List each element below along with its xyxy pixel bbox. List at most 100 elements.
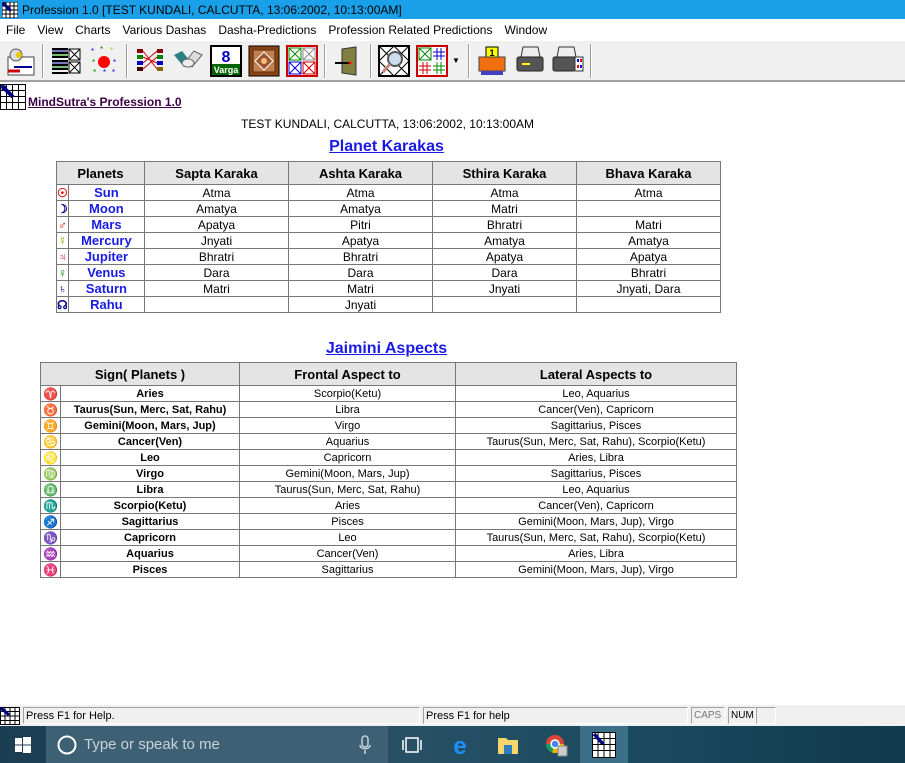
scroll-indicator bbox=[756, 707, 776, 724]
handshake-button[interactable] bbox=[171, 44, 205, 78]
planet-name: Jupiter bbox=[67, 248, 146, 265]
lateral-aspects-cell: Aries, Libra bbox=[455, 545, 737, 562]
sapta-karaka-cell: Apatya bbox=[144, 216, 289, 233]
print-button[interactable] bbox=[513, 44, 547, 78]
planet-name: Mars bbox=[67, 216, 146, 233]
ashta-karaka-cell: Matri bbox=[288, 280, 433, 297]
zoom-chart-button[interactable] bbox=[377, 44, 411, 78]
toolbar-separator bbox=[370, 43, 372, 78]
toolbar-separator bbox=[126, 43, 128, 78]
jaimini-aspects-table: Sign( Planets ) Frontal Aspect to Latera… bbox=[40, 362, 737, 578]
file-explorer-button[interactable] bbox=[484, 726, 532, 763]
lateral-aspects-cell: Cancer(Ven), Capricorn bbox=[455, 497, 737, 514]
frontal-aspect-cell: Aquarius bbox=[239, 433, 456, 450]
menu-view[interactable]: View bbox=[31, 23, 69, 37]
task-view-button[interactable] bbox=[388, 726, 436, 763]
toolbar-separator bbox=[324, 43, 326, 78]
header-lateral-aspects: Lateral Aspects to bbox=[455, 362, 737, 386]
print-one-button[interactable]: 1 bbox=[475, 44, 509, 78]
profile-button[interactable] bbox=[3, 44, 37, 78]
mandala-button[interactable] bbox=[247, 44, 281, 78]
chart-grid-icon bbox=[416, 44, 448, 77]
frontal-aspect-cell: Leo bbox=[239, 529, 456, 546]
karaka-row: ♄ Saturn Matri Matri Jnyati Jnyati, Dara bbox=[56, 280, 721, 297]
chrome-button[interactable] bbox=[532, 726, 580, 763]
folder-icon bbox=[498, 737, 518, 754]
frontal-aspect-cell: Aries bbox=[239, 497, 456, 514]
menu-window[interactable]: Window bbox=[498, 23, 553, 37]
menu-various-dashas[interactable]: Various Dashas bbox=[116, 23, 212, 37]
chart-grid-dropdown-arrow[interactable]: ▼ bbox=[451, 56, 461, 65]
menu-charts[interactable]: Charts bbox=[69, 23, 116, 37]
frontal-aspect-cell: Libra bbox=[239, 401, 456, 418]
karaka-row: ♂ Mars Apatya Pitri Bhratri Matri bbox=[56, 216, 721, 233]
ashta-karaka-cell: Apatya bbox=[288, 232, 433, 249]
zodiac-sign-icon: ♌ bbox=[40, 449, 61, 466]
menu-dasha-predictions[interactable]: Dasha-Predictions bbox=[212, 23, 322, 37]
ashta-karaka-cell: Bhratri bbox=[288, 248, 433, 265]
varga-button[interactable]: 8 Varga bbox=[209, 44, 243, 78]
frontal-aspect-cell: Scorpio(Ketu) bbox=[239, 385, 456, 402]
header-sapta-karaka: Sapta Karaka bbox=[144, 161, 289, 185]
cortana-icon bbox=[57, 735, 77, 754]
bhava-karaka-cell bbox=[576, 296, 721, 313]
brand: MindSutra's Profession 1.0 bbox=[0, 84, 182, 110]
menu-bar: File View Charts Various Dashas Dasha-Pr… bbox=[0, 19, 905, 40]
brand-link[interactable]: MindSutra's Profession 1.0 bbox=[28, 95, 182, 109]
bhava-karaka-cell: Matri bbox=[576, 216, 721, 233]
edge-icon: e bbox=[453, 734, 466, 756]
svg-text:*: * bbox=[113, 58, 116, 67]
zodiac-sign-icon: ♍ bbox=[40, 465, 61, 482]
bhava-karaka-cell: Jnyati, Dara bbox=[576, 280, 721, 297]
header-ashta-karaka: Ashta Karaka bbox=[288, 161, 433, 185]
four-charts-button[interactable] bbox=[285, 44, 319, 78]
app-icon bbox=[2, 1, 18, 18]
chrome-icon bbox=[546, 734, 568, 756]
aspect-row: ♉ Taurus(Sun, Merc, Sat, Rahu) Libra Cancer… bbox=[40, 401, 737, 418]
exit-button[interactable] bbox=[331, 44, 365, 78]
zodiac-sign-icon: ♎ bbox=[40, 481, 61, 498]
svg-text:*: * bbox=[92, 58, 95, 67]
menu-file[interactable]: File bbox=[0, 23, 31, 37]
sign-name: Taurus(Sun, Merc, Sat, Rahu) bbox=[60, 401, 240, 418]
stars-button[interactable]: * * * * * * * * bbox=[87, 44, 121, 78]
sthira-karaka-cell: Dara bbox=[432, 264, 577, 281]
mandala-icon bbox=[248, 45, 280, 76]
zodiac-sign-icon: ♒ bbox=[40, 545, 61, 562]
lateral-aspects-cell: Leo, Aquarius bbox=[455, 481, 737, 498]
lateral-aspects-cell: Gemini(Moon, Mars, Jup), Virgo bbox=[455, 561, 737, 578]
jaimini-aspects-title[interactable]: Jaimini Aspects bbox=[0, 340, 773, 358]
start-button[interactable] bbox=[0, 726, 46, 763]
header-sthira-karaka: Sthira Karaka bbox=[432, 161, 577, 185]
title-bar: Profession 1.0 [TEST KUNDALI, CALCUTTA, … bbox=[0, 0, 905, 19]
sign-name: Scorpio(Ketu) bbox=[60, 497, 240, 514]
ashta-karaka-cell: Atma bbox=[288, 184, 433, 201]
dasha-lines-button[interactable] bbox=[133, 44, 167, 78]
taskbar: Type or speak to me e bbox=[0, 726, 905, 763]
planet-symbol-icon: ♂ bbox=[56, 216, 69, 233]
taskbar-search-box[interactable]: Type or speak to me bbox=[46, 726, 388, 763]
toolbar-separator bbox=[42, 43, 44, 78]
sign-name: Aquarius bbox=[60, 545, 240, 562]
edge-button[interactable]: e bbox=[436, 726, 484, 763]
chart-list-button[interactable] bbox=[49, 44, 83, 78]
planet-symbol-icon: ♄ bbox=[56, 280, 69, 297]
ashta-karaka-cell: Dara bbox=[288, 264, 433, 281]
aspect-row: ♈ Aries Scorpio(Ketu) Leo, Aquarius bbox=[40, 385, 737, 402]
svg-text:*: * bbox=[112, 68, 115, 77]
menu-profession-predictions[interactable]: Profession Related Predictions bbox=[322, 23, 498, 37]
profession-app-taskbar-button[interactable] bbox=[580, 726, 628, 763]
planet-symbol-icon: ☉ bbox=[56, 184, 69, 201]
windows-logo-icon bbox=[15, 736, 31, 753]
print-icon bbox=[516, 46, 544, 71]
microphone-icon[interactable] bbox=[358, 734, 372, 755]
num-indicator: NUM bbox=[728, 707, 756, 724]
frontal-aspect-cell: Capricorn bbox=[239, 449, 456, 466]
bhava-karaka-cell: Atma bbox=[576, 184, 721, 201]
frontal-aspect-cell: Cancer(Ven) bbox=[239, 545, 456, 562]
print-color-button[interactable] bbox=[551, 44, 585, 78]
chart-grid-button[interactable] bbox=[415, 44, 449, 78]
sign-name: Sagittarius bbox=[60, 513, 240, 530]
planet-karakas-title[interactable]: Planet Karakas bbox=[0, 138, 773, 156]
aspect-row: ♋ Cancer(Ven) Aquarius Taurus(Sun, Merc, Sa… bbox=[40, 433, 737, 450]
